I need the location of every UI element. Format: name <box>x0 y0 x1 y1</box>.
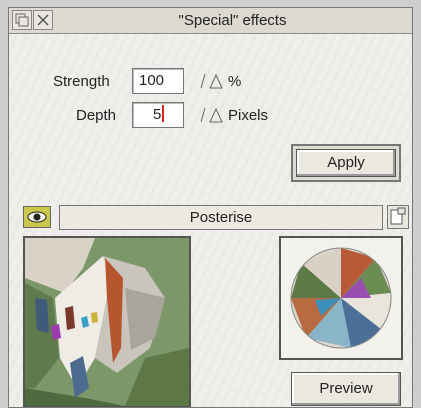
depth-label: Depth <box>76 107 117 124</box>
apply-button-frame: Apply <box>291 144 401 182</box>
adjuster-arrows-icon[interactable] <box>195 104 225 126</box>
apply-button[interactable]: Apply <box>296 149 396 177</box>
depth-field[interactable]: 5 <box>132 102 184 128</box>
strength-field[interactable]: 100 <box>132 68 184 94</box>
title-bar[interactable]: "Special" effects <box>9 8 412 34</box>
window-title: "Special" effects <box>178 12 287 29</box>
effects-window: "Special" effects Strength 100 % Depth 5… <box>8 7 413 408</box>
depth-unit: Pixels <box>228 107 269 124</box>
strength-unit: % <box>228 73 242 90</box>
preview-image <box>23 236 191 407</box>
close-icon[interactable] <box>33 10 53 30</box>
preview-button[interactable]: Preview <box>291 372 401 406</box>
effect-preview-thumbnail <box>279 236 403 360</box>
adjuster-arrows-icon[interactable] <box>195 70 225 92</box>
strength-value: 100 <box>139 72 165 89</box>
text-caret <box>162 105 165 122</box>
effect-name-field[interactable]: Posterise <box>59 205 383 230</box>
strength-label: Strength <box>53 73 110 90</box>
depth-value: 5 <box>153 106 162 123</box>
back-icon[interactable] <box>12 10 32 30</box>
menu-icon[interactable] <box>387 205 409 229</box>
eye-icon[interactable] <box>23 206 51 228</box>
